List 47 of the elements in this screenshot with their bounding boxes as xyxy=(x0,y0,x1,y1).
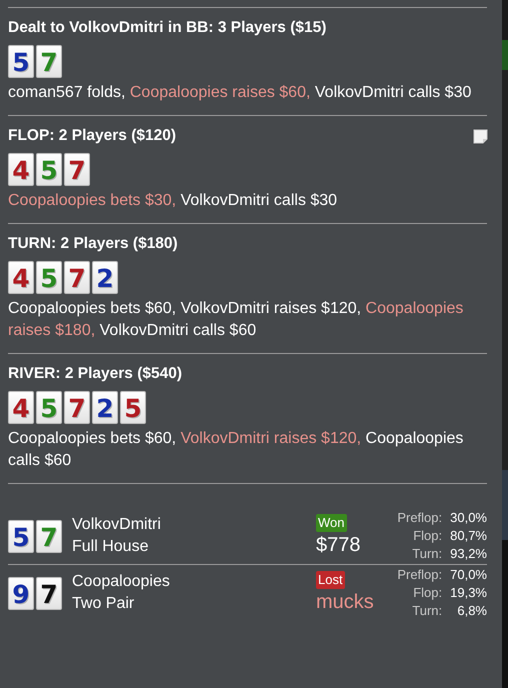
playing-card: 7 xyxy=(64,261,90,294)
result-badge: Won xyxy=(316,514,346,532)
equity-value: 80,7% xyxy=(450,527,487,545)
playing-card: 5 xyxy=(8,45,34,78)
equity-value: 30,0% xyxy=(450,509,487,527)
action-log: Coopaloopies bets $60, VolkovDmitri raises $120, Coopaloopies raises $180, VolkovDmitri calls $60 xyxy=(8,299,464,341)
hand-rank: Two Pair xyxy=(72,594,136,614)
playing-card: 5 xyxy=(36,261,62,294)
hand-rank: Full House xyxy=(72,537,150,557)
equity-value: 70,0% xyxy=(450,566,487,584)
playing-card: 7 xyxy=(36,520,62,552)
street-title: FLOP: 2 Players ($120) xyxy=(8,127,176,145)
equity-label: Flop: xyxy=(412,584,442,602)
equity-label: Turn: xyxy=(411,602,442,620)
action-log: Coopaloopies bets $60, VolkovDmitri raises $120, Coopaloopies calls $60 xyxy=(8,429,464,471)
playing-card: 2 xyxy=(92,391,118,424)
playing-card: 4 xyxy=(8,153,34,186)
playing-card: 4 xyxy=(8,391,34,424)
note-icon[interactable] xyxy=(473,128,488,144)
playing-card: 7 xyxy=(36,576,62,610)
playing-card: 5 xyxy=(36,153,62,186)
playing-card: 9 xyxy=(8,576,34,610)
playing-card: 7 xyxy=(36,45,62,78)
equity-label: Flop: xyxy=(412,527,442,545)
player-name: VolkovDmitri xyxy=(72,515,162,535)
result-amount: $778 xyxy=(316,533,360,558)
street-title: RIVER: 2 Players ($540) xyxy=(8,365,182,383)
playing-card: 7 xyxy=(64,153,90,186)
equity-label: Preflop: xyxy=(397,509,442,527)
playing-card: 7 xyxy=(64,391,90,424)
playing-card: 5 xyxy=(36,391,62,424)
result-badge: Lost xyxy=(316,571,345,589)
street-title: Dealt to VolkovDmitri in BB: 3 Players ($15) xyxy=(8,19,326,37)
equity-value: 93,2% xyxy=(450,545,487,563)
street-title: TURN: 2 Players ($180) xyxy=(8,235,178,253)
playing-card: 4 xyxy=(8,261,34,294)
action-log: coman567 folds, Coopaloopies raises $60, VolkovDmitri calls $30 xyxy=(8,83,472,103)
equity-value: 6,8% xyxy=(456,602,487,620)
equity-label: Turn: xyxy=(411,545,442,563)
equity-value: 19,3% xyxy=(450,584,487,602)
playing-card: 2 xyxy=(92,261,118,294)
player-name: Coopaloopies xyxy=(72,572,171,592)
equity-label: Preflop: xyxy=(397,566,442,584)
action-log: Coopaloopies bets $30, VolkovDmitri calls $30 xyxy=(8,191,338,211)
playing-card: 5 xyxy=(120,391,146,424)
result-amount: mucks xyxy=(316,590,374,615)
playing-card: 5 xyxy=(8,520,34,552)
